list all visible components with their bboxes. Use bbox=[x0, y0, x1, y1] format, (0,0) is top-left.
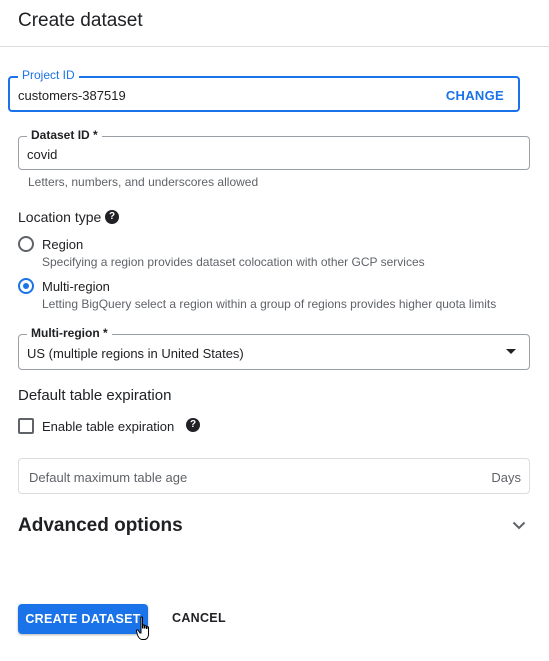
create-dataset-button[interactable]: CREATE DATASET bbox=[18, 604, 148, 634]
expiration-help-icon[interactable]: ? bbox=[186, 418, 200, 432]
project-id-field[interactable]: Project ID customers-387519 CHANGE bbox=[8, 68, 520, 112]
advanced-options-toggle[interactable]: Advanced options bbox=[18, 514, 530, 540]
advanced-options-label: Advanced options bbox=[18, 515, 183, 536]
dataset-id-hint: Letters, numbers, and underscores allowe… bbox=[28, 175, 259, 189]
dataset-id-label: Dataset ID * bbox=[27, 128, 102, 142]
header-divider bbox=[0, 46, 549, 47]
multi-region-radio[interactable] bbox=[18, 278, 34, 294]
location-type-label: Location type bbox=[18, 209, 102, 225]
max-table-age-field[interactable]: Default maximum table age Days bbox=[18, 458, 530, 494]
table-expiration-heading: Default table expiration bbox=[18, 387, 172, 404]
project-id-value: customers-387519 bbox=[18, 88, 126, 103]
region-option-description: Specifying a region provides dataset col… bbox=[42, 255, 425, 269]
help-icon[interactable]: ? bbox=[105, 210, 119, 224]
cancel-button[interactable]: CANCEL bbox=[172, 611, 226, 625]
project-id-label: Project ID bbox=[18, 68, 79, 82]
change-project-button[interactable]: CHANGE bbox=[446, 88, 504, 103]
multi-region-select[interactable]: Multi-region * US (multiple regions in U… bbox=[18, 326, 530, 370]
dataset-id-value: covid bbox=[27, 147, 58, 162]
multi-region-value: US (multiple regions in United States) bbox=[27, 346, 244, 361]
days-suffix: Days bbox=[491, 470, 521, 485]
dataset-id-field[interactable]: Dataset ID * covid bbox=[18, 128, 530, 170]
enable-expiration-checkbox[interactable] bbox=[18, 418, 34, 434]
multi-region-option-description: Letting BigQuery select a region within … bbox=[42, 297, 497, 311]
dropdown-arrow-icon[interactable] bbox=[505, 348, 517, 356]
enable-expiration-label[interactable]: Enable table expiration bbox=[42, 419, 174, 434]
multi-region-option-label[interactable]: Multi-region bbox=[42, 279, 110, 294]
hand-cursor-icon bbox=[136, 616, 149, 640]
max-table-age-placeholder: Default maximum table age bbox=[29, 470, 188, 485]
chevron-down-icon bbox=[512, 521, 526, 530]
multi-region-label: Multi-region * bbox=[27, 326, 112, 340]
region-radio[interactable] bbox=[18, 236, 34, 252]
region-option-label[interactable]: Region bbox=[42, 237, 83, 252]
page-title: Create dataset bbox=[18, 10, 143, 31]
